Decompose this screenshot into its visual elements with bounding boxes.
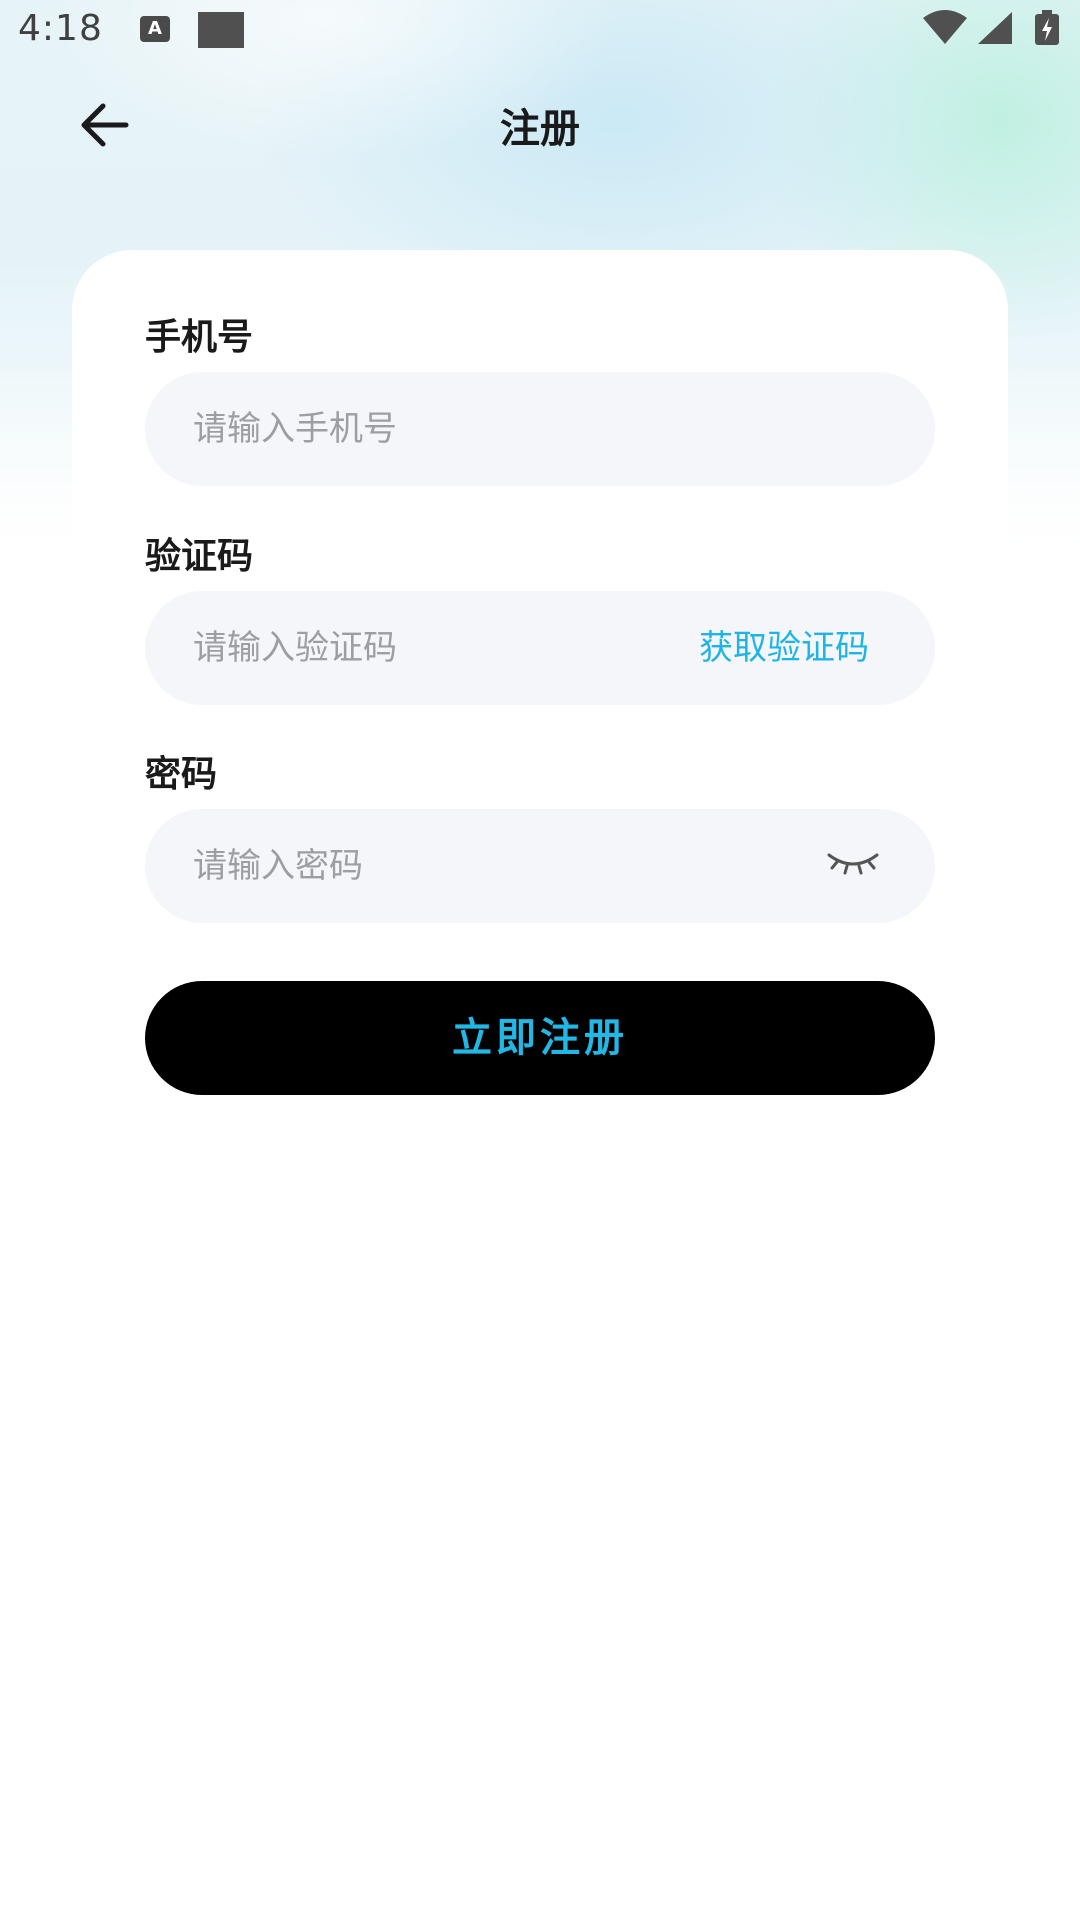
status-time: 4:18 bbox=[18, 8, 103, 49]
get-code-button[interactable]: 获取验证码 bbox=[699, 591, 869, 705]
eye-closed-icon bbox=[827, 853, 879, 875]
register-button[interactable]: 立即注册 bbox=[145, 981, 935, 1095]
code-input[interactable] bbox=[193, 591, 613, 705]
square-notification-icon bbox=[198, 12, 244, 48]
signal-icon bbox=[978, 12, 1012, 44]
wifi-icon bbox=[923, 10, 967, 44]
a-notification-icon: A bbox=[140, 16, 170, 42]
phone-input[interactable] bbox=[193, 372, 883, 486]
password-input-wrapper bbox=[145, 809, 935, 923]
code-input-wrapper: 获取验证码 bbox=[145, 591, 935, 705]
page-title: 注册 bbox=[500, 106, 580, 152]
password-visibility-toggle[interactable] bbox=[823, 845, 883, 885]
password-label: 密码 bbox=[145, 754, 218, 795]
code-label: 验证码 bbox=[145, 536, 254, 577]
battery-charging-icon bbox=[1035, 10, 1059, 45]
phone-input-wrapper bbox=[145, 372, 935, 486]
password-input[interactable] bbox=[193, 809, 753, 923]
status-bar: 4:18 A bbox=[0, 0, 1080, 56]
phone-label: 手机号 bbox=[145, 317, 254, 358]
